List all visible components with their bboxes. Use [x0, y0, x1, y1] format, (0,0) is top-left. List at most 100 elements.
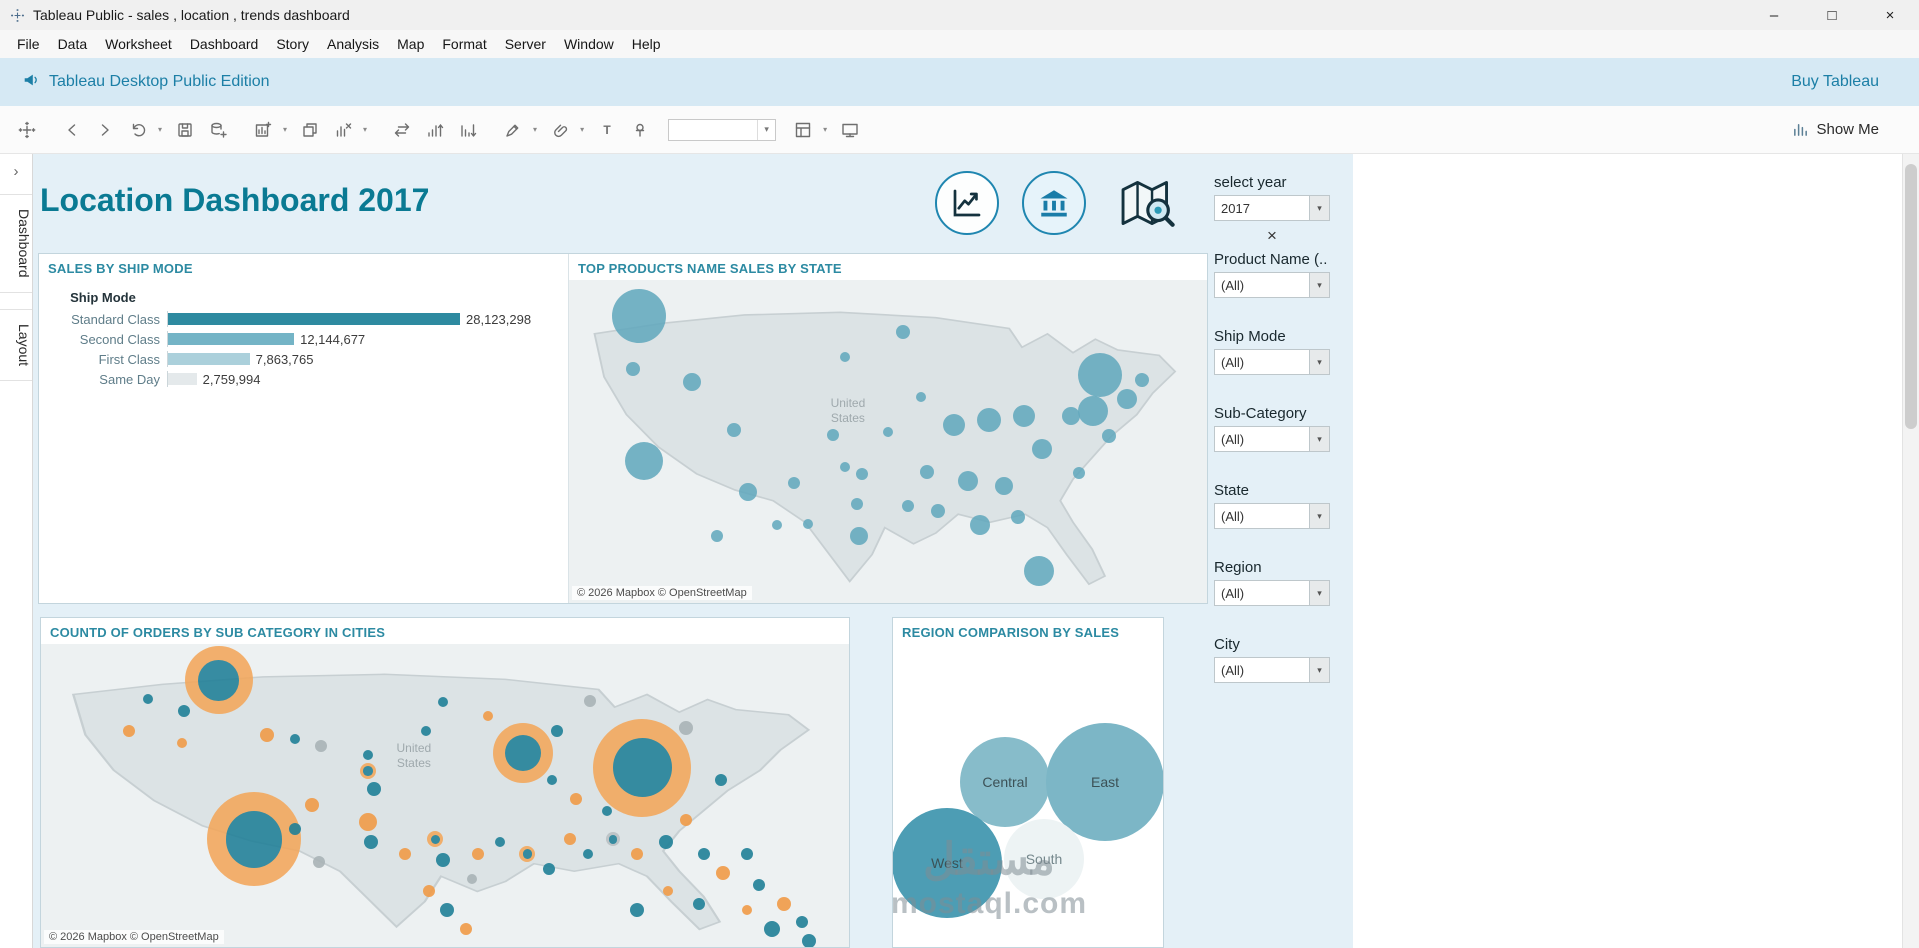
state-bubble-mark[interactable]	[612, 288, 667, 343]
tab-layout[interactable]: Layout	[0, 308, 32, 381]
clear-sheet-caret-icon[interactable]: ▾	[363, 125, 367, 134]
menu-analysis[interactable]: Analysis	[318, 30, 388, 58]
undo-button[interactable]	[125, 115, 151, 145]
link-button[interactable]	[547, 115, 573, 145]
back-button[interactable]	[59, 115, 85, 145]
fit-selector[interactable]: ▾	[668, 118, 777, 141]
dropdown-arrow-icon[interactable]: ▾	[1309, 196, 1329, 220]
state-bubble-mark[interactable]	[901, 499, 914, 512]
clear-sheet-button[interactable]	[330, 115, 356, 145]
city-ring-bubble-mark[interactable]	[427, 831, 444, 848]
city-ring-bubble-mark[interactable]	[493, 723, 554, 784]
state-bubble-mark[interactable]	[771, 519, 782, 530]
duplicate-button[interactable]	[297, 115, 323, 145]
state-bubble-mark[interactable]	[738, 482, 757, 501]
city-bubble-mark[interactable]	[564, 833, 577, 846]
dropdown-arrow-icon[interactable]: ▾	[1309, 504, 1329, 528]
state-bubble-mark[interactable]	[1134, 372, 1149, 387]
state-bubble-mark[interactable]	[916, 392, 927, 403]
bar-mark[interactable]	[168, 373, 197, 385]
state-bubble-mark[interactable]	[995, 476, 1014, 495]
pin-button[interactable]	[627, 115, 653, 145]
city-bubble-mark[interactable]	[631, 848, 644, 861]
undo-caret-icon[interactable]: ▾	[158, 125, 162, 134]
state-bubble-mark[interactable]	[919, 464, 934, 479]
state-bubble-mark[interactable]	[958, 470, 979, 491]
city-bubble-mark[interactable]	[741, 848, 754, 861]
city-bubble-mark[interactable]	[801, 933, 816, 947]
forward-button[interactable]	[92, 115, 118, 145]
city-bubble-mark[interactable]	[288, 823, 301, 836]
state-bubble-mark[interactable]	[1078, 396, 1109, 427]
add-data-button[interactable]	[205, 115, 231, 145]
show-me-button[interactable]: Show Me	[1792, 121, 1879, 138]
state-bubble-mark[interactable]	[942, 414, 965, 437]
city-ring-bubble-mark[interactable]	[360, 763, 377, 780]
highlight-caret-icon[interactable]: ▾	[533, 125, 537, 134]
dropdown-arrow-icon[interactable]: ▾	[1309, 350, 1329, 374]
city-bubble-mark[interactable]	[764, 920, 781, 937]
text-label-button[interactable]: T	[594, 115, 620, 145]
state-bubble-mark[interactable]	[827, 429, 840, 442]
city-bubble-mark[interactable]	[601, 805, 612, 816]
menu-help[interactable]: Help	[623, 30, 670, 58]
state-bubble-mark[interactable]	[727, 423, 742, 438]
city-bubble-mark[interactable]	[260, 727, 275, 742]
region-bubble-south[interactable]: South	[1004, 819, 1084, 899]
fit-selector-caret-icon[interactable]: ▾	[757, 119, 775, 140]
city-bubble-mark[interactable]	[436, 853, 451, 868]
city-ring-bubble-mark[interactable]	[519, 846, 536, 863]
region-bubble-central[interactable]: Central	[960, 737, 1050, 827]
city-bubble-mark[interactable]	[692, 897, 705, 910]
state-bubble-mark[interactable]	[711, 530, 724, 543]
city-bubble-mark[interactable]	[583, 849, 594, 860]
new-worksheet-caret-icon[interactable]: ▾	[283, 125, 287, 134]
swap-axes-button[interactable]	[389, 115, 415, 145]
menu-worksheet[interactable]: Worksheet	[96, 30, 181, 58]
filter-select-select-year[interactable]: 2017 ▾	[1214, 195, 1330, 221]
scrollbar-thumb[interactable]	[1905, 164, 1917, 429]
expand-pane-icon[interactable]: ›	[14, 158, 19, 184]
maximize-button[interactable]: □	[1803, 0, 1861, 30]
city-bubble-mark[interactable]	[742, 905, 753, 916]
city-bubble-mark[interactable]	[494, 836, 505, 847]
state-bubble-mark[interactable]	[883, 426, 893, 437]
city-bubble-mark[interactable]	[663, 886, 673, 897]
state-bubble-mark[interactable]	[977, 408, 1002, 433]
state-bubble-mark[interactable]	[895, 324, 910, 339]
close-button[interactable]: ×	[1861, 0, 1919, 30]
city-orders-map[interactable]: United States © 2026 Mapbox © OpenStreetMa…	[41, 644, 849, 947]
show-cards-button[interactable]	[790, 115, 816, 145]
state-bubble-mark[interactable]	[840, 461, 851, 472]
presentation-mode-button[interactable]	[837, 115, 863, 145]
city-bubble-mark[interactable]	[569, 792, 582, 805]
city-ring-bubble-mark[interactable]	[606, 832, 621, 847]
menu-file[interactable]: File	[8, 30, 49, 58]
filter-select-product-name[interactable]: (All) ▾	[1214, 272, 1330, 298]
city-bubble-mark[interactable]	[142, 693, 153, 704]
dropdown-arrow-icon[interactable]: ▾	[1309, 427, 1329, 451]
filter-select-ship-mode[interactable]: (All) ▾	[1214, 349, 1330, 375]
city-bubble-mark[interactable]	[472, 848, 485, 861]
city-bubble-mark[interactable]	[753, 879, 766, 892]
city-ring-bubble-mark[interactable]	[184, 646, 253, 715]
city-bubble-mark[interactable]	[178, 704, 191, 717]
state-bubble-mark[interactable]	[849, 527, 868, 546]
city-bubble-mark[interactable]	[315, 739, 328, 752]
city-bubble-mark[interactable]	[714, 774, 727, 787]
filter-select-sub-category[interactable]: (All) ▾	[1214, 426, 1330, 452]
city-bubble-mark[interactable]	[398, 848, 411, 861]
sort-ascending-button[interactable]	[422, 115, 448, 145]
filter-select-city[interactable]: (All) ▾	[1214, 657, 1330, 683]
city-bubble-mark[interactable]	[679, 813, 692, 826]
link-caret-icon[interactable]: ▾	[580, 125, 584, 134]
sort-descending-button[interactable]	[455, 115, 481, 145]
location-dashboard-button[interactable]	[1109, 168, 1183, 238]
menu-data[interactable]: Data	[49, 30, 97, 58]
city-bubble-mark[interactable]	[796, 916, 809, 929]
dropdown-arrow-icon[interactable]: ▾	[1309, 273, 1329, 297]
city-bubble-mark[interactable]	[630, 903, 645, 918]
state-bubble-mark[interactable]	[625, 362, 640, 377]
city-ring-bubble-mark[interactable]	[593, 718, 692, 817]
menu-story[interactable]: Story	[267, 30, 318, 58]
